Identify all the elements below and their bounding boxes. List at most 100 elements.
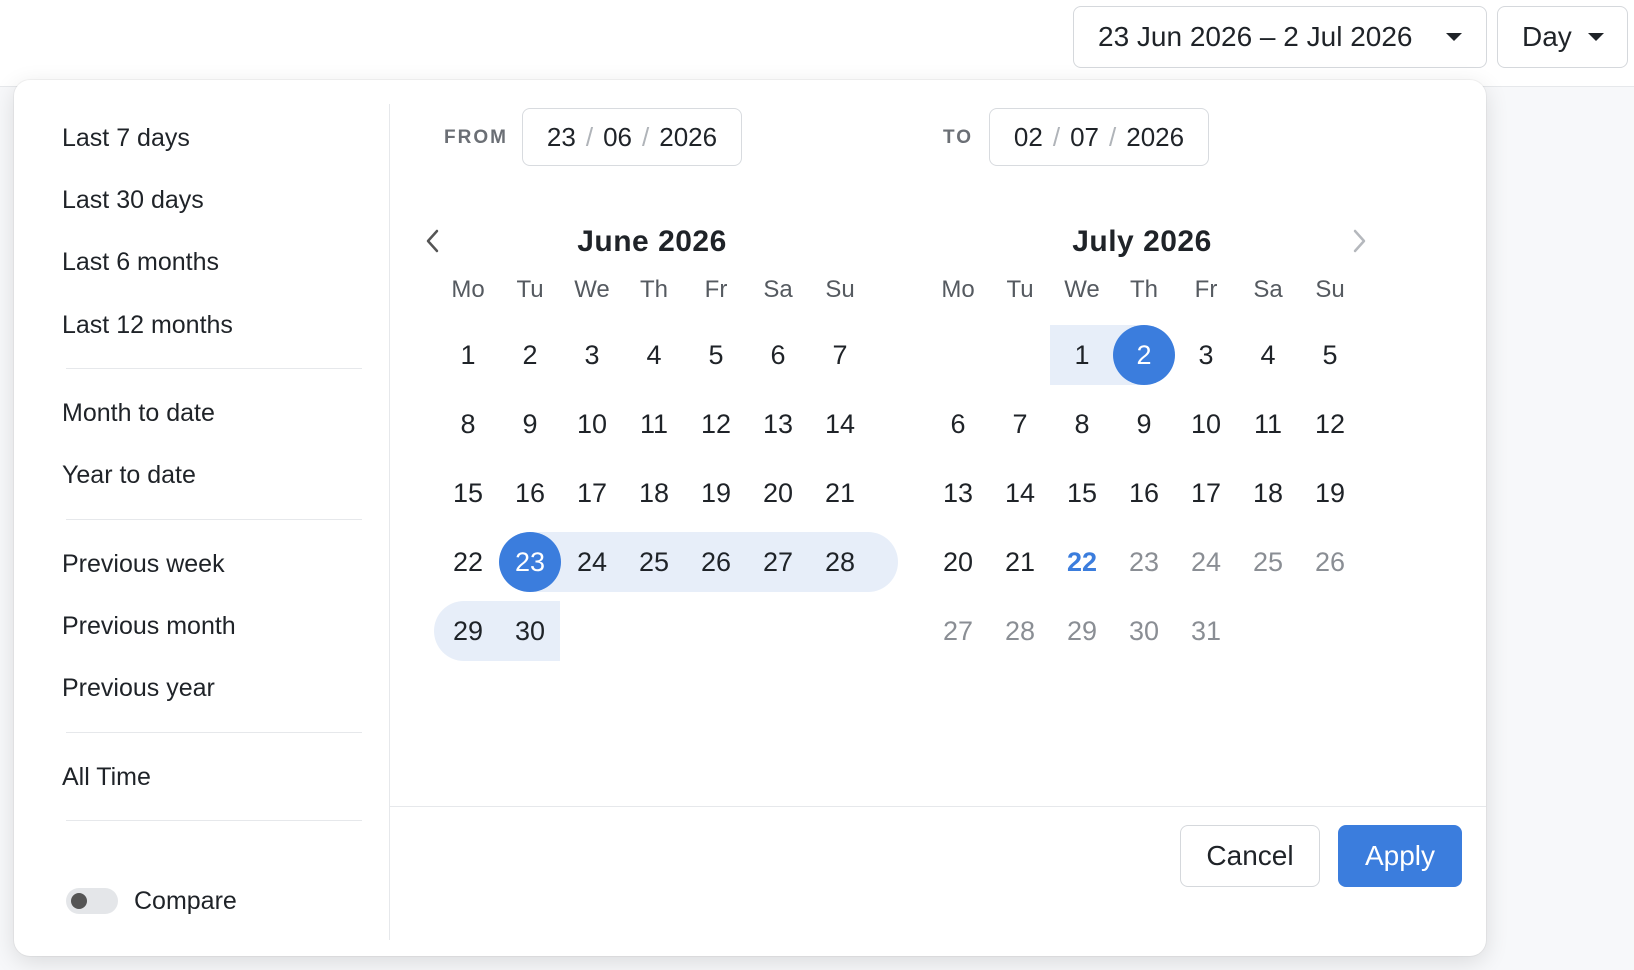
preset-month-to-date[interactable]: Month to date <box>62 398 215 428</box>
compare-toggle[interactable] <box>66 888 118 914</box>
day-cell[interactable]: 13 <box>746 394 810 454</box>
day-cell[interactable]: 24 <box>560 532 624 592</box>
day-cell[interactable]: 19 <box>684 463 748 523</box>
day-cell[interactable]: 28 <box>808 532 872 592</box>
day-cell[interactable]: 1 <box>1050 325 1114 385</box>
top-bar: 23 Jun 2026 – 2 Jul 2026 Day <box>0 0 1634 87</box>
day-cell[interactable]: 14 <box>988 463 1052 523</box>
preset-last-30-days[interactable]: Last 30 days <box>62 185 204 215</box>
day-cell[interactable]: 19 <box>1298 463 1362 523</box>
apply-button[interactable]: Apply <box>1338 825 1462 887</box>
day-cell[interactable]: 4 <box>1236 325 1300 385</box>
day-cell[interactable]: 3 <box>1174 325 1238 385</box>
day-cell[interactable]: 11 <box>622 394 686 454</box>
day-cell[interactable]: 3 <box>560 325 624 385</box>
to-month[interactable]: 07 <box>1070 122 1099 153</box>
day-cell[interactable]: 20 <box>746 463 810 523</box>
to-year[interactable]: 2026 <box>1126 122 1184 153</box>
from-label: FROM <box>444 127 508 148</box>
day-cell[interactable]: 27 <box>746 532 810 592</box>
date-range-label: 23 Jun 2026 – 2 Jul 2026 <box>1098 21 1413 52</box>
date-separator: / <box>1109 121 1117 152</box>
from-year[interactable]: 2026 <box>659 122 717 153</box>
to-label: TO <box>943 127 974 148</box>
day-cell[interactable]: 15 <box>436 463 500 523</box>
day-cell[interactable]: 16 <box>498 463 562 523</box>
caret-down-icon <box>1587 33 1604 41</box>
day-cell[interactable]: 6 <box>746 325 810 385</box>
day-cell[interactable]: 20 <box>926 532 990 592</box>
day-cell[interactable]: 22 <box>436 532 500 592</box>
preset-year-to-date[interactable]: Year to date <box>62 460 196 490</box>
day-cell[interactable]: 29 <box>436 601 500 661</box>
day-cell[interactable]: 9 <box>498 394 562 454</box>
cancel-button[interactable]: Cancel <box>1180 825 1320 887</box>
preset-last-7-days[interactable]: Last 7 days <box>62 123 190 153</box>
day-cell[interactable]: 5 <box>684 325 748 385</box>
day-cell[interactable]: 26 <box>684 532 748 592</box>
day-cell[interactable]: 7 <box>988 394 1052 454</box>
preset-previous-week[interactable]: Previous week <box>62 549 225 579</box>
granularity-label: Day <box>1522 21 1572 52</box>
day-cell[interactable]: 6 <box>926 394 990 454</box>
to-date-input[interactable]: 02 / 07 / 2026 <box>989 108 1209 166</box>
weekday-header: Su <box>825 276 855 303</box>
day-cell[interactable]: 30 <box>498 601 562 661</box>
day-cell: 29 <box>1066 616 1098 646</box>
day-cell[interactable]: 5 <box>1298 325 1362 385</box>
day-cell[interactable]: 14 <box>808 394 872 454</box>
from-month[interactable]: 06 <box>603 122 632 153</box>
granularity-dropdown[interactable]: Day <box>1497 6 1628 68</box>
preset-all-time[interactable]: All Time <box>62 762 151 792</box>
day-cell[interactable]: 2 <box>498 325 562 385</box>
month-title-june: June 2026 <box>432 225 872 259</box>
from-day[interactable]: 23 <box>547 122 576 153</box>
day-cell[interactable]: 21 <box>808 463 872 523</box>
weekday-header: Sa <box>1253 276 1283 303</box>
day-cell[interactable]: 18 <box>1236 463 1300 523</box>
day-cell[interactable]: 12 <box>684 394 748 454</box>
day-cell[interactable]: 1 <box>436 325 500 385</box>
preset-last-6-months[interactable]: Last 6 months <box>62 247 219 277</box>
day-cell[interactable]: 18 <box>622 463 686 523</box>
divider <box>389 104 390 940</box>
day-cell[interactable]: 16 <box>1112 463 1176 523</box>
day-cell[interactable]: 8 <box>1050 394 1114 454</box>
to-day[interactable]: 02 <box>1014 122 1043 153</box>
day-cell[interactable]: 17 <box>1174 463 1238 523</box>
day-cell[interactable]: 12 <box>1298 394 1362 454</box>
day-cell[interactable]: 4 <box>622 325 686 385</box>
day-cell[interactable]: 15 <box>1050 463 1114 523</box>
day-cell[interactable]: 11 <box>1236 394 1300 454</box>
preset-previous-month[interactable]: Previous month <box>62 611 236 641</box>
divider <box>66 732 362 733</box>
day-cell[interactable]: 21 <box>988 532 1052 592</box>
day-cell: 25 <box>1252 547 1284 577</box>
day-cell: 23 <box>1128 547 1160 577</box>
day-cell[interactable]: 7 <box>808 325 872 385</box>
date-range-dropdown[interactable]: 23 Jun 2026 – 2 Jul 2026 <box>1073 6 1487 68</box>
day-cell[interactable]: 2 <box>1113 325 1175 385</box>
preset-previous-year[interactable]: Previous year <box>62 673 215 703</box>
day-cell: 24 <box>1190 547 1222 577</box>
day-cell: 30 <box>1128 616 1160 646</box>
day-cell[interactable]: 23 <box>499 532 561 592</box>
month-name: July <box>1072 225 1135 258</box>
day-cell[interactable]: 22 <box>1050 532 1114 592</box>
day-cell[interactable]: 9 <box>1112 394 1176 454</box>
divider <box>66 820 362 821</box>
day-cell[interactable]: 13 <box>926 463 990 523</box>
day-cell[interactable]: 10 <box>1174 394 1238 454</box>
from-date-input[interactable]: 23 / 06 / 2026 <box>522 108 742 166</box>
day-cell[interactable]: 25 <box>622 532 686 592</box>
preset-sidebar: Last 7 days Last 30 days Last 6 months L… <box>14 80 390 956</box>
weekday-header: Fr <box>704 276 728 303</box>
weekday-header: Th <box>639 276 668 303</box>
date-range-picker: Last 7 days Last 30 days Last 6 months L… <box>14 80 1486 956</box>
month-name: June <box>577 225 650 258</box>
day-cell[interactable]: 8 <box>436 394 500 454</box>
day-cell[interactable]: 10 <box>560 394 624 454</box>
weekday-header: We <box>574 276 610 303</box>
day-cell[interactable]: 17 <box>560 463 624 523</box>
preset-last-12-months[interactable]: Last 12 months <box>62 310 233 340</box>
